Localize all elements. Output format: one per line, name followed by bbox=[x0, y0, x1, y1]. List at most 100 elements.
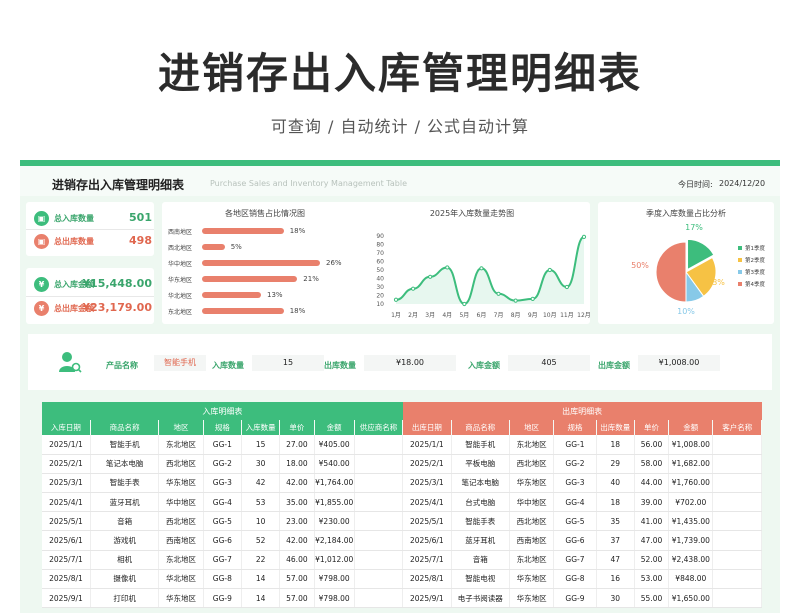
table-cell[interactable]: ¥1,012.00 bbox=[314, 550, 355, 570]
table-cell[interactable]: 15 bbox=[241, 435, 281, 455]
table-cell[interactable]: ¥1,682.00 bbox=[668, 454, 714, 474]
table-cell[interactable]: 16 bbox=[596, 569, 635, 590]
table-cell[interactable]: 西南地区 bbox=[509, 530, 555, 551]
table-cell[interactable]: GG-6 bbox=[203, 530, 242, 551]
column-header[interactable]: 单价 bbox=[634, 420, 670, 435]
table-cell[interactable] bbox=[712, 511, 762, 532]
table-cell[interactable] bbox=[354, 473, 404, 494]
table-cell[interactable]: 游戏机 bbox=[90, 530, 160, 551]
table-cell[interactable]: 44.00 bbox=[634, 473, 670, 494]
table-cell[interactable]: 打印机 bbox=[90, 588, 160, 609]
product-name-field[interactable]: 智能手机 bbox=[154, 355, 206, 371]
table-cell[interactable] bbox=[354, 550, 404, 570]
table-cell[interactable]: 华东地区 bbox=[158, 473, 204, 494]
table-cell[interactable]: 2025/8/1 bbox=[402, 569, 452, 590]
table-cell[interactable]: 智能手表 bbox=[90, 473, 160, 494]
table-cell[interactable]: 2025/4/1 bbox=[402, 492, 452, 513]
table-cell[interactable]: 56.00 bbox=[634, 435, 670, 455]
table-cell[interactable]: 14 bbox=[241, 569, 281, 590]
table-cell[interactable]: GG-4 bbox=[203, 492, 242, 513]
table-cell[interactable]: 华中地区 bbox=[509, 492, 555, 513]
table-cell[interactable]: 27.00 bbox=[279, 435, 315, 455]
table-cell[interactable]: GG-9 bbox=[203, 588, 242, 609]
table-cell[interactable]: 智能手机 bbox=[90, 435, 160, 455]
table-cell[interactable]: 23.00 bbox=[279, 511, 315, 532]
table-cell[interactable]: ¥798.00 bbox=[314, 588, 355, 609]
column-header[interactable]: 地区 bbox=[158, 420, 204, 435]
table-cell[interactable]: 53.00 bbox=[634, 569, 670, 590]
table-cell[interactable]: 智能手表 bbox=[451, 511, 510, 532]
table-cell[interactable]: 蓝牙耳机 bbox=[451, 530, 510, 551]
table-cell[interactable]: 西北地区 bbox=[158, 454, 204, 474]
table-cell[interactable]: 西北地区 bbox=[509, 454, 555, 474]
column-header[interactable]: 入库日期 bbox=[42, 420, 91, 435]
column-header[interactable]: 金额 bbox=[314, 420, 355, 435]
column-header[interactable]: 出库数量 bbox=[596, 420, 635, 435]
table-cell[interactable]: 2025/1/1 bbox=[42, 435, 91, 455]
table-cell[interactable]: ¥1,435.00 bbox=[668, 511, 714, 532]
table-cell[interactable]: 台式电脑 bbox=[451, 492, 510, 513]
table-cell[interactable]: ¥540.00 bbox=[314, 454, 355, 474]
table-cell[interactable]: 东北地区 bbox=[509, 435, 555, 455]
column-header[interactable]: 地区 bbox=[509, 420, 555, 435]
in-qty-field[interactable]: 15 bbox=[252, 355, 324, 371]
table-cell[interactable]: GG-7 bbox=[553, 550, 597, 570]
table-cell[interactable]: 2025/7/1 bbox=[402, 550, 452, 570]
table-cell[interactable]: 华东地区 bbox=[509, 473, 555, 494]
table-cell[interactable]: 西南地区 bbox=[158, 530, 204, 551]
table-cell[interactable]: 蓝牙耳机 bbox=[90, 492, 160, 513]
table-cell[interactable]: GG-8 bbox=[203, 569, 242, 590]
table-cell[interactable]: ¥2,438.00 bbox=[668, 550, 714, 570]
table-cell[interactable]: 2025/8/1 bbox=[42, 569, 91, 590]
table-cell[interactable]: 2025/2/1 bbox=[402, 454, 452, 474]
table-cell[interactable]: 华东地区 bbox=[509, 569, 555, 590]
table-cell[interactable]: GG-2 bbox=[553, 454, 597, 474]
table-cell[interactable] bbox=[712, 492, 762, 513]
table-cell[interactable]: 笔记本电脑 bbox=[90, 454, 160, 474]
column-header[interactable]: 入库数量 bbox=[241, 420, 281, 435]
table-cell[interactable]: ¥1,760.00 bbox=[668, 473, 714, 494]
table-cell[interactable]: 40 bbox=[596, 473, 635, 494]
table-cell[interactable]: ¥848.00 bbox=[668, 569, 714, 590]
table-cell[interactable]: 57.00 bbox=[279, 588, 315, 609]
table-cell[interactable]: 西北地区 bbox=[509, 511, 555, 532]
table-cell[interactable] bbox=[712, 569, 762, 590]
column-header[interactable]: 规格 bbox=[203, 420, 242, 435]
table-cell[interactable]: 平板电脑 bbox=[451, 454, 510, 474]
column-header[interactable]: 客户名称 bbox=[712, 420, 762, 435]
table-cell[interactable]: 29 bbox=[596, 454, 635, 474]
table-cell[interactable] bbox=[354, 454, 404, 474]
table-cell[interactable]: 2025/3/1 bbox=[42, 473, 91, 494]
table-cell[interactable]: 53 bbox=[241, 492, 281, 513]
table-cell[interactable] bbox=[354, 492, 404, 513]
out-amount-field[interactable]: ¥1,008.00 bbox=[638, 355, 720, 371]
column-header[interactable]: 出库日期 bbox=[402, 420, 452, 435]
table-cell[interactable]: GG-7 bbox=[203, 550, 242, 570]
table-cell[interactable]: 18 bbox=[596, 492, 635, 513]
table-cell[interactable]: 西北地区 bbox=[158, 511, 204, 532]
table-cell[interactable] bbox=[712, 550, 762, 570]
table-cell[interactable]: 30 bbox=[241, 454, 281, 474]
table-cell[interactable]: 2025/5/1 bbox=[402, 511, 452, 532]
table-cell[interactable]: 摄像机 bbox=[90, 569, 160, 590]
column-header[interactable]: 规格 bbox=[553, 420, 597, 435]
table-cell[interactable]: 2025/5/1 bbox=[42, 511, 91, 532]
table-cell[interactable] bbox=[354, 511, 404, 532]
table-cell[interactable]: GG-5 bbox=[553, 511, 597, 532]
table-cell[interactable] bbox=[712, 473, 762, 494]
table-cell[interactable]: GG-4 bbox=[553, 492, 597, 513]
table-cell[interactable] bbox=[354, 530, 404, 551]
table-cell[interactable]: ¥1,650.00 bbox=[668, 588, 714, 609]
table-cell[interactable]: ¥1,008.00 bbox=[668, 435, 714, 455]
table-cell[interactable]: GG-6 bbox=[553, 530, 597, 551]
table-cell[interactable]: 2025/2/1 bbox=[42, 454, 91, 474]
table-cell[interactable]: GG-3 bbox=[553, 473, 597, 494]
table-cell[interactable]: 电子书阅读器 bbox=[451, 588, 510, 609]
table-cell[interactable]: 35.00 bbox=[279, 492, 315, 513]
table-cell[interactable]: 42.00 bbox=[279, 530, 315, 551]
table-cell[interactable] bbox=[712, 530, 762, 551]
table-cell[interactable]: 2025/4/1 bbox=[42, 492, 91, 513]
table-cell[interactable]: 46.00 bbox=[279, 550, 315, 570]
column-header[interactable]: 商品名称 bbox=[451, 420, 510, 435]
table-cell[interactable]: 2025/6/1 bbox=[402, 530, 452, 551]
